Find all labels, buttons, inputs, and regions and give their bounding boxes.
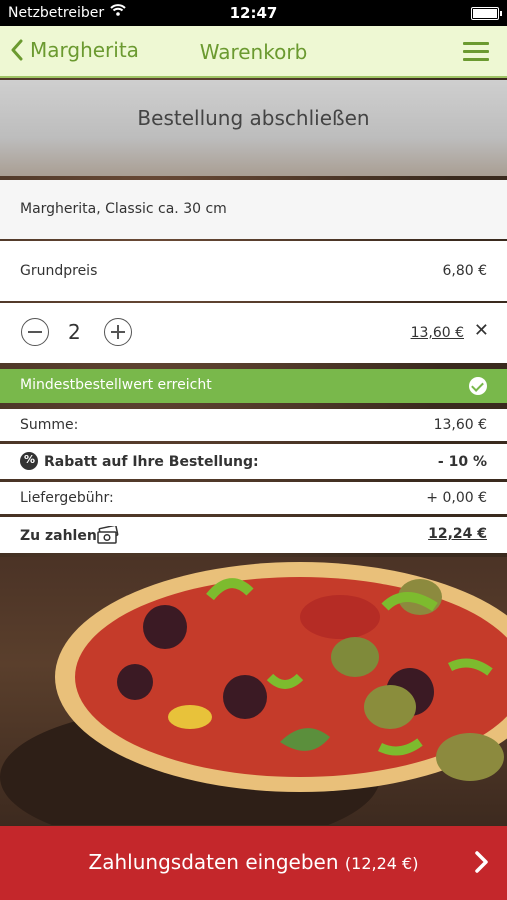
check-circle-icon [469, 377, 487, 395]
delivery-fee-row: Liefergebühr: + 0,00 € [0, 482, 507, 514]
delivery-fee-value: + 0,00 € [426, 490, 487, 506]
header-banner: Bestellung abschließen [0, 80, 507, 176]
header-title: Bestellung abschließen [137, 106, 370, 130]
cta-text: Zahlungsdaten eingeben [88, 850, 339, 874]
base-price-row: Grundpreis 6,80 € [0, 241, 507, 301]
total-due-row: Zu zahlen 12,24 € [0, 517, 507, 553]
delivery-fee-label: Liefergebühr: [20, 490, 114, 506]
minimum-order-notice: Mindestbestellwert erreicht [0, 369, 507, 403]
increase-quantity-button[interactable] [104, 318, 132, 346]
product-name: Margherita, Classic ca. 30 cm [20, 201, 227, 217]
status-bar: Netzbetreiber 12:47 [0, 0, 507, 26]
sum-label: Summe: [20, 417, 79, 433]
sum-row: Summe: 13,60 € [0, 409, 507, 441]
line-total: 13,60 € [410, 325, 464, 341]
sum-value: 13,60 € [433, 417, 487, 433]
base-price-label: Grundpreis [20, 263, 98, 279]
base-price-value: 6,80 € [442, 263, 487, 279]
cart-item-name-row: Margherita, Classic ca. 30 cm [0, 180, 507, 239]
decrease-quantity-button[interactable] [21, 318, 49, 346]
cta-label: Zahlungsdaten eingeben (12,24 €) [0, 850, 507, 874]
discount-label: Rabatt auf Ihre Bestellung: [44, 454, 259, 470]
remove-item-icon[interactable]: ✕ [474, 320, 489, 341]
enter-payment-button[interactable]: Zahlungsdaten eingeben (12,24 €) [0, 826, 507, 900]
cash-icon [97, 524, 119, 548]
nav-bar: Margherita Warenkorb [0, 26, 507, 78]
total-due-value: 12,24 € [428, 526, 487, 542]
clock: 12:47 [229, 4, 278, 22]
quantity-row: 2 13,60 € ✕ [0, 303, 507, 363]
battery-icon [471, 7, 502, 20]
page-title: Warenkorb [199, 40, 308, 64]
pizza-image [0, 557, 507, 825]
discount-badge-icon [20, 452, 38, 470]
menu-icon[interactable] [463, 42, 489, 62]
discount-row: Rabatt auf Ihre Bestellung: - 10 % [0, 444, 507, 479]
quantity-value: 2 [68, 320, 81, 344]
notice-text: Mindestbestellwert erreicht [20, 377, 212, 393]
cta-amount: (12,24 €) [344, 854, 419, 873]
total-due-label: Zu zahlen [20, 528, 97, 544]
discount-value: - 10 % [437, 454, 487, 470]
chevron-right-icon [473, 850, 489, 878]
